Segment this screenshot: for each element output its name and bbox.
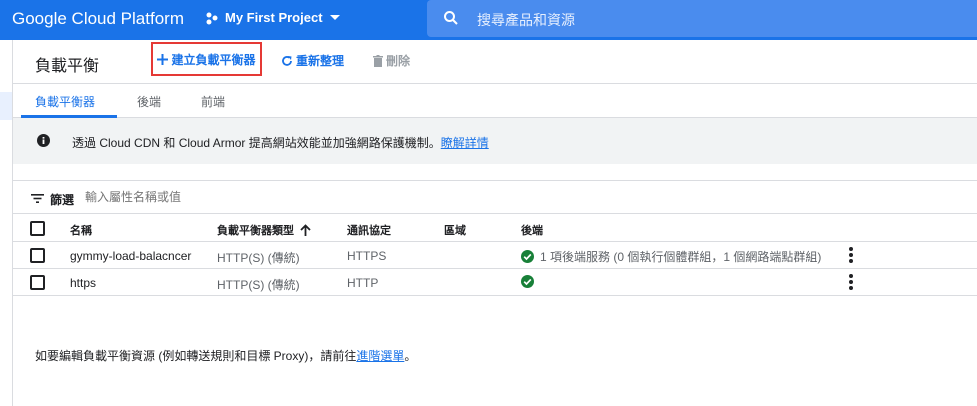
search-input[interactable]: 搜尋產品和資源 (477, 10, 575, 30)
check-circle-icon (521, 250, 534, 263)
nav-active-marker[interactable] (0, 92, 12, 120)
row-checkbox[interactable] (30, 248, 45, 263)
more-vert-icon[interactable] (846, 246, 856, 264)
delete-button[interactable]: 刪除 (373, 52, 410, 69)
refresh-label: 重新整理 (296, 54, 345, 68)
refresh-icon (282, 55, 292, 66)
search-bar[interactable]: 搜尋產品和資源 (427, 0, 977, 37)
advanced-menu-note: 如要編輯負載平衡資源 (例如轉送規則和目標 Proxy)，請前往進階選單。 (35, 347, 416, 364)
sort-arrow-up-icon (300, 224, 311, 236)
lb-backend-wrap (521, 275, 540, 288)
project-name: My First Project (225, 10, 323, 25)
chevron-down-icon (329, 14, 340, 20)
table-row: https HTTP(S) (傳統) HTTP (13, 269, 977, 296)
lb-backend-wrap: 1 項後端服務 (0 個執行個體群組，1 個網路端點群組) (521, 248, 821, 265)
col-region[interactable]: 區域 (444, 222, 466, 238)
check-circle-icon (521, 275, 534, 288)
lb-name[interactable]: https (70, 276, 96, 290)
search-icon (444, 11, 458, 25)
col-protocol[interactable]: 通訊協定 (347, 222, 391, 238)
brand-logo[interactable]: Google Cloud Platform (12, 9, 184, 29)
info-icon (37, 134, 50, 147)
col-name[interactable]: 名稱 (70, 222, 92, 238)
lb-protocol: HTTPS (347, 249, 387, 263)
lb-name[interactable]: gymmy-load-balacncer (70, 249, 191, 263)
tab-load-balancers[interactable]: 負載平衡器 (35, 93, 95, 110)
filter-icon (31, 194, 44, 203)
refresh-button[interactable]: 重新整理 (281, 52, 344, 69)
table-row: gymmy-load-balacncer HTTP(S) (傳統) HTTPS … (13, 242, 977, 269)
trash-icon (373, 54, 383, 67)
banner-text-wrap: 透過 Cloud CDN 和 Cloud Armor 提高網站效能並加強網路保護… (72, 134, 489, 151)
col-backend[interactable]: 後端 (521, 222, 543, 238)
lb-type: HTTP(S) (傳統) (217, 251, 300, 265)
learn-more-link[interactable]: 瞭解詳情 (441, 136, 489, 150)
banner-text: 透過 Cloud CDN 和 Cloud Armor 提高網站效能並加強網路保護… (72, 136, 441, 150)
advanced-menu-link[interactable]: 進階選單 (356, 349, 404, 363)
filter-bar: 篩選 (13, 180, 977, 214)
create-label: 建立負載平衡器 (171, 52, 256, 67)
project-selector[interactable]: My First Project (205, 10, 341, 25)
lb-protocol: HTTP (347, 276, 379, 290)
tab-frontends[interactable]: 前端 (201, 93, 225, 110)
filter-input[interactable] (85, 190, 385, 204)
lb-backend: 1 項後端服務 (0 個執行個體群組，1 個網路端點群組) (540, 250, 822, 264)
page-title: 負載平衡 (35, 58, 100, 75)
tab-bar: 負載平衡器 後端 前端 (13, 84, 977, 118)
more-vert-icon[interactable] (846, 273, 856, 291)
filter-label: 篩選 (50, 193, 75, 207)
left-nav-rail (0, 40, 13, 406)
tab-backends[interactable]: 後端 (137, 93, 161, 110)
project-icon (206, 12, 218, 24)
select-all-checkbox[interactable] (30, 221, 45, 236)
row-checkbox[interactable] (30, 275, 45, 290)
lb-type: HTTP(S) (傳統) (217, 278, 300, 292)
col-type: 負載平衡器類型 (217, 225, 294, 237)
footnote-end: 。 (404, 349, 417, 363)
footnote-text: 如要編輯負載平衡資源 (例如轉送規則和目標 Proxy)，請前往 (35, 349, 357, 363)
info-banner: 透過 Cloud CDN 和 Cloud Armor 提高網站效能並加強網路保護… (13, 118, 977, 164)
col-type-wrap[interactable]: 負載平衡器類型 (217, 222, 311, 238)
delete-label: 刪除 (386, 54, 411, 68)
table-header: 名稱 負載平衡器類型 通訊協定 區域 後端 (13, 214, 977, 242)
create-load-balancer-button[interactable]: 建立負載平衡器 (151, 42, 262, 76)
page-header: 負載平衡 建立負載平衡器 重新整理 刪除 (13, 40, 977, 84)
plus-icon (157, 53, 169, 65)
top-bar: Google Cloud Platform My First Project 搜… (0, 0, 977, 40)
